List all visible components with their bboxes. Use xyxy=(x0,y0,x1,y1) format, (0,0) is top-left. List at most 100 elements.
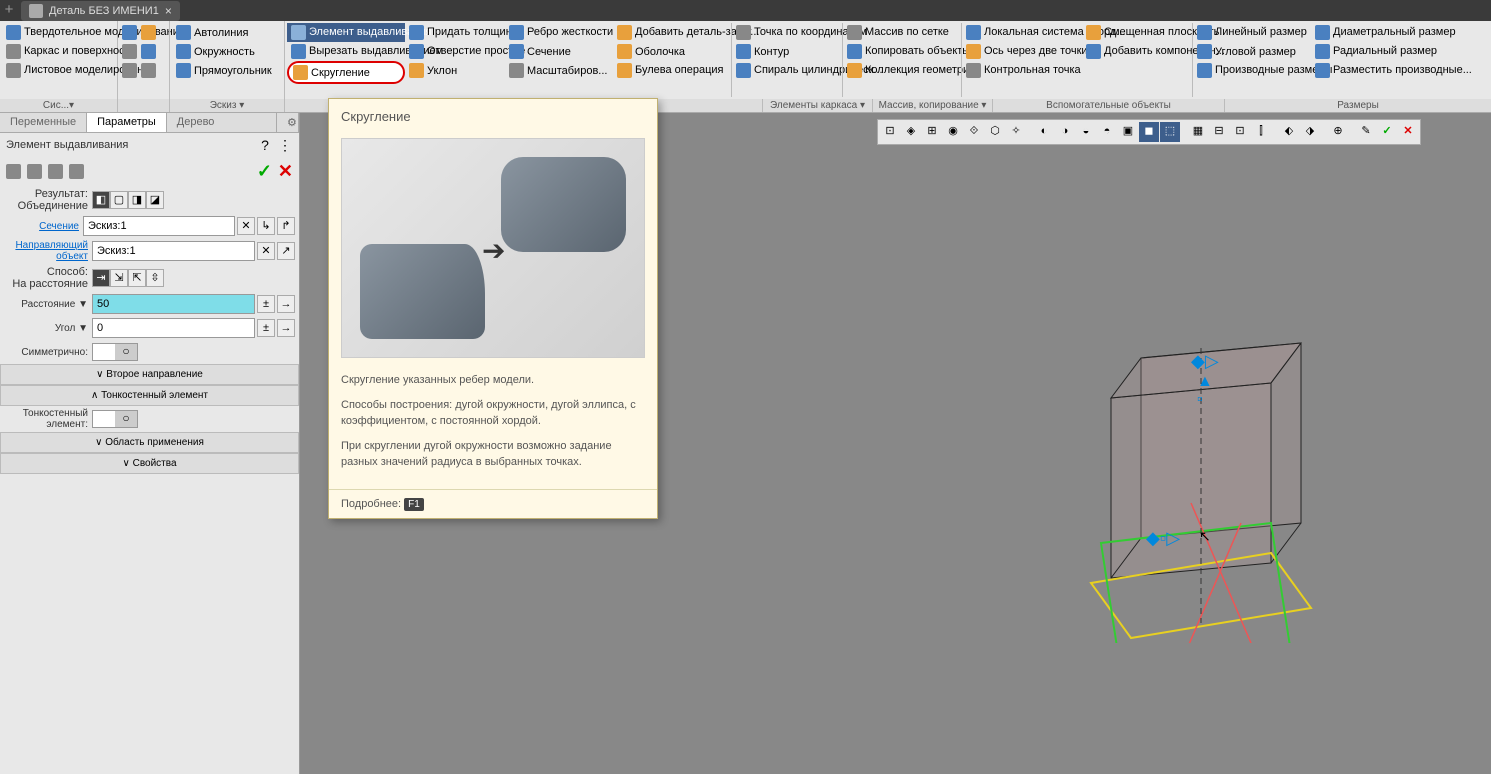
rbtn-axis-2pts[interactable]: Ось через две точки xyxy=(962,42,1082,61)
vbtn[interactable]: ⫿ xyxy=(1251,122,1271,142)
dist-arrow[interactable]: → xyxy=(277,295,295,313)
btn-1[interactable] xyxy=(6,164,21,179)
rbtn-point-coord[interactable]: Точка по координатам xyxy=(732,23,842,42)
close-tab-icon[interactable]: × xyxy=(165,4,172,18)
vbtn[interactable]: ⊕ xyxy=(1328,122,1348,142)
rbtn-radial-dim[interactable]: Радиальный размер xyxy=(1311,42,1429,61)
rbtn-offset-plane[interactable]: Смещенная плоскость xyxy=(1082,23,1192,42)
ang-pm[interactable]: ± xyxy=(257,319,275,337)
input-angle[interactable] xyxy=(92,318,255,338)
rbtn-diam-dim[interactable]: Диаметральный размер xyxy=(1311,23,1429,42)
input-section[interactable] xyxy=(83,216,235,236)
rbtn-thicken[interactable]: Придать толщину xyxy=(405,23,505,42)
help-icon[interactable]: ? xyxy=(257,137,273,153)
ang-arrow[interactable]: → xyxy=(277,319,295,337)
rbtn-section[interactable]: Сечение xyxy=(505,42,613,61)
document-tab[interactable]: Деталь БЕЗ ИМЕНИ1 × xyxy=(21,1,180,21)
vbtn[interactable]: ◓ xyxy=(1097,122,1117,142)
vbtn[interactable]: ▣ xyxy=(1118,122,1138,142)
tool-icon[interactable] xyxy=(141,44,156,59)
group-label[interactable]: Эскиз ▾ xyxy=(170,99,284,112)
rbtn-copy-objects[interactable]: Копировать объекты xyxy=(843,42,961,61)
vbtn[interactable]: ⬡ xyxy=(985,122,1005,142)
rbtn-rib[interactable]: Ребро жесткости xyxy=(505,23,613,42)
save-icon[interactable] xyxy=(122,25,137,40)
rbtn-circle[interactable]: Окружность xyxy=(172,42,276,61)
sec-btn-2[interactable]: ↳ xyxy=(257,217,275,235)
cube-3d[interactable]: ◆▷ ▲▫ ◆▫▷ ↖ xyxy=(1081,333,1331,633)
hdr-second-dir[interactable]: Второе направление xyxy=(0,364,299,385)
vbtn[interactable]: ⊡ xyxy=(880,122,900,142)
rbtn-add-part[interactable]: Добавить деталь-загот... xyxy=(613,23,731,42)
gear-button[interactable]: ⚙ xyxy=(277,113,299,132)
rbtn-spiral[interactable]: Спираль цилиндрическ... xyxy=(732,61,842,80)
hdr-scope[interactable]: Область применения xyxy=(0,432,299,453)
sec-btn-3[interactable]: ↱ xyxy=(277,217,295,235)
group-label[interactable]: Массив, копирование ▾ xyxy=(873,99,993,112)
tab-tree[interactable]: Дерево xyxy=(167,113,277,132)
label-guide[interactable]: Направляющий объект xyxy=(4,240,92,262)
btn-2[interactable] xyxy=(27,164,42,179)
undo-icon[interactable] xyxy=(122,63,137,78)
result-opt-4[interactable]: ◪ xyxy=(146,191,164,209)
vbtn-cancel[interactable]: ✕ xyxy=(1398,122,1418,142)
vbtn[interactable]: ⟐ xyxy=(964,122,984,142)
method-opt-1[interactable]: ⇥ xyxy=(92,269,110,287)
rbtn-scale[interactable]: Масштабиров... xyxy=(505,61,613,80)
guide-btn-1[interactable]: ✕ xyxy=(257,242,275,260)
vbtn[interactable]: ✧ xyxy=(1006,122,1026,142)
rbtn-array-grid[interactable]: Массив по сетке xyxy=(843,23,961,42)
method-opt-4[interactable]: ⇳ xyxy=(146,269,164,287)
vbtn[interactable]: ◑ xyxy=(1055,122,1075,142)
label-angle[interactable]: Угол ▼ xyxy=(4,323,92,334)
result-opt-3[interactable]: ◨ xyxy=(128,191,146,209)
vbtn-shade[interactable]: ◼ xyxy=(1139,122,1159,142)
rbtn-place-derived[interactable]: Разместить производные... xyxy=(1311,61,1429,80)
rbtn-shell[interactable]: Оболочка xyxy=(613,42,731,61)
sec-btn-1[interactable]: ✕ xyxy=(237,217,255,235)
group-label[interactable]: Элементы каркаса ▾ xyxy=(763,99,873,112)
rbtn-extrude[interactable]: Элемент выдавливания xyxy=(287,23,405,42)
label-section[interactable]: Сечение xyxy=(4,221,83,232)
result-opt-1[interactable]: ◧ xyxy=(92,191,110,209)
cancel-icon[interactable]: ✕ xyxy=(278,161,293,182)
method-opt-3[interactable]: ⇱ xyxy=(128,269,146,287)
vbtn[interactable]: ⬖ xyxy=(1279,122,1299,142)
apply-icon[interactable]: ✓ xyxy=(257,161,272,182)
vbtn[interactable]: ⬗ xyxy=(1300,122,1320,142)
toggle-sym[interactable]: ○ xyxy=(92,343,138,361)
rbtn-autoline[interactable]: Автолиния xyxy=(172,23,276,42)
folder-icon[interactable] xyxy=(141,25,156,40)
hdr-thin-wall[interactable]: Тонкостенный элемент xyxy=(0,385,299,406)
rbtn-fillet[interactable]: Скругление xyxy=(287,61,405,84)
vbtn[interactable]: ✎ xyxy=(1356,122,1376,142)
vbtn[interactable]: ◐ xyxy=(1034,122,1054,142)
vbtn[interactable]: ⊞ xyxy=(922,122,942,142)
rbtn-contour[interactable]: Контур xyxy=(732,42,842,61)
method-opt-2[interactable]: ⇲ xyxy=(110,269,128,287)
vbtn[interactable]: ◒ xyxy=(1076,122,1096,142)
result-opt-2[interactable]: ▢ xyxy=(110,191,128,209)
guide-btn-2[interactable]: ↗ xyxy=(277,242,295,260)
vbtn[interactable]: ⊡ xyxy=(1230,122,1250,142)
rbtn-add-component[interactable]: Добавить компонентн... xyxy=(1082,42,1192,61)
dist-pm[interactable]: ± xyxy=(257,295,275,313)
rbtn-angular-dim[interactable]: Угловой размер xyxy=(1193,42,1311,61)
btn-4[interactable] xyxy=(69,164,84,179)
rbtn-control-point[interactable]: Контрольная точка xyxy=(962,61,1082,80)
vbtn[interactable]: ◉ xyxy=(943,122,963,142)
new-tab-button[interactable]: + xyxy=(0,2,18,20)
redo-icon[interactable] xyxy=(141,63,156,78)
input-distance[interactable] xyxy=(92,294,255,314)
print-icon[interactable] xyxy=(122,44,137,59)
rbtn-lcs[interactable]: Локальная система коорд... xyxy=(962,23,1082,42)
input-guide[interactable] xyxy=(92,241,255,261)
rbtn-draft[interactable]: Уклон xyxy=(405,61,505,80)
vbtn[interactable]: ◈ xyxy=(901,122,921,142)
vbtn-ok[interactable]: ✓ xyxy=(1377,122,1397,142)
tab-parameters[interactable]: Параметры xyxy=(87,113,167,132)
toggle-thin[interactable]: ○ xyxy=(92,410,138,428)
rbtn-linear-dim[interactable]: Линейный размер xyxy=(1193,23,1311,42)
rbtn-derived-dim[interactable]: Производные размеры xyxy=(1193,61,1311,80)
rbtn-rectangle[interactable]: Прямоугольник xyxy=(172,61,276,80)
